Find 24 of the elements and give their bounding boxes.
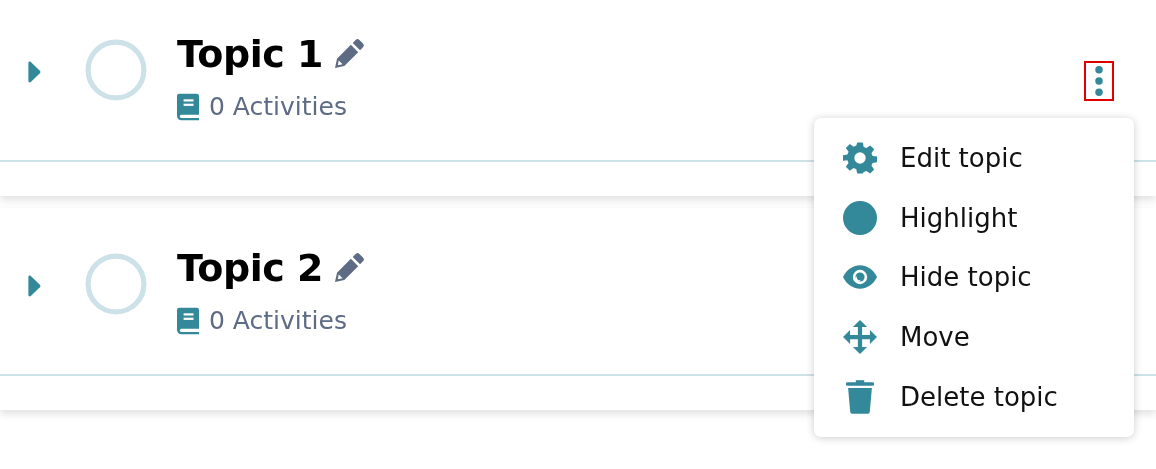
topic-title: Topic 2	[177, 246, 323, 290]
expand-arrow-icon[interactable]	[27, 60, 41, 84]
menu-item[interactable]: Edit topic	[814, 128, 1134, 188]
menu-item[interactable]: Hide topic	[814, 247, 1134, 308]
circle-icon	[843, 200, 877, 235]
trash-icon	[846, 380, 874, 415]
gear-icon	[843, 140, 877, 175]
menu-item[interactable]: Delete topic	[814, 367, 1134, 427]
topic-title: Topic 1	[177, 32, 323, 76]
more-options-button[interactable]	[1084, 61, 1114, 101]
eye-icon	[843, 264, 877, 291]
kebab-icon	[1095, 66, 1103, 96]
expand-arrow-icon[interactable]	[27, 274, 41, 298]
activity-count: 0 Activities	[209, 92, 347, 121]
progress-ring-icon	[85, 39, 147, 101]
activity-count: 0 Activities	[209, 306, 347, 335]
move-icon	[843, 320, 877, 355]
pencil-icon[interactable]	[332, 252, 365, 284]
book-icon	[177, 92, 199, 121]
menu-item[interactable]: Highlight	[814, 187, 1134, 248]
book-icon	[177, 306, 199, 335]
pencil-icon[interactable]	[332, 38, 365, 70]
progress-ring-icon	[85, 253, 147, 315]
menu-item[interactable]: Move	[814, 307, 1134, 368]
